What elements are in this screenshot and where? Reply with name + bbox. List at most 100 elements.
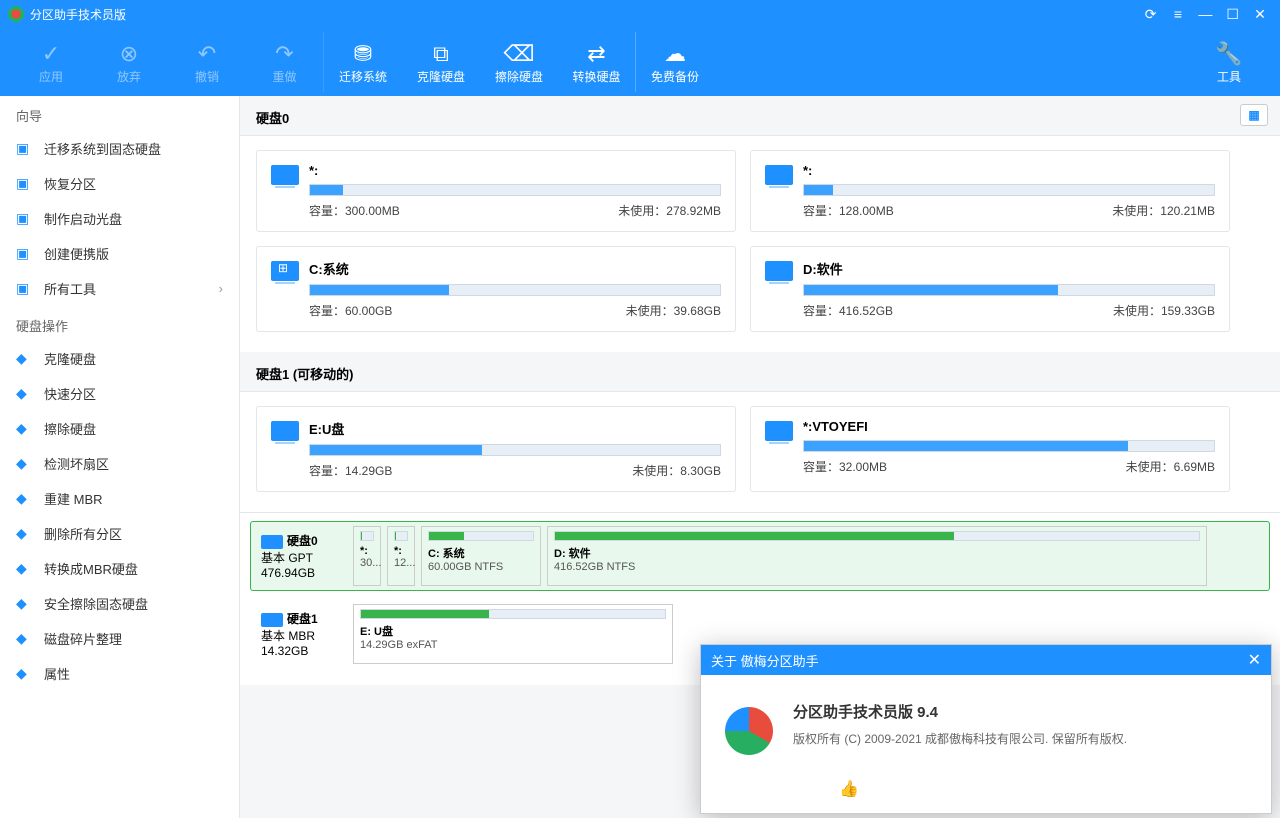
unused-label: 未使用：6.69MB	[1126, 458, 1215, 475]
titlebar: 分区助手技术员版 ⟳ ≡ — ☐ ✕	[0, 0, 1280, 28]
chevron-right-icon: ›	[219, 281, 223, 296]
app-logo-icon	[8, 6, 24, 22]
drive-icon	[765, 421, 793, 441]
sidebar-icon: ◆	[16, 385, 34, 402]
toolbar: ✓应用 ⊗放弃 ↶撤销 ↷重做 ⛃迁移系统 ⧉克隆硬盘 ⌫擦除硬盘 ⇄转换硬盘 …	[0, 28, 1280, 96]
usage-bar	[309, 284, 721, 296]
sidebar-ops-item[interactable]: ◆ 安全擦除固态硬盘	[0, 586, 239, 621]
drive-icon	[271, 421, 299, 441]
partition-grid: *:容量：300.00MB未使用：278.92MB*:容量：128.00MB未使…	[240, 136, 1280, 352]
about-title: 关于 傲梅分区助手	[711, 651, 819, 670]
sidebar-ops-item[interactable]: ◆磁盘碎片整理	[0, 621, 239, 656]
convert-icon: ⇄	[587, 40, 605, 68]
sidebar-wizard-item[interactable]: ▣迁移系统到固态硬盘	[0, 131, 239, 166]
discard-button: ⊗放弃	[90, 32, 168, 92]
sidebar-icon: ▣	[16, 175, 34, 192]
ops-header: 硬盘操作	[0, 306, 239, 341]
diskmap-segment[interactable]: E: U盘14.29GB exFAT	[353, 604, 673, 664]
diskmap-segment[interactable]: D: 软件416.52GB NTFS	[547, 526, 1207, 586]
partition-card[interactable]: *:容量：300.00MB未使用：278.92MB	[256, 150, 736, 232]
convert-button[interactable]: ⇄转换硬盘	[558, 32, 636, 92]
wizard-header: 向导	[0, 96, 239, 131]
sidebar-icon: ◆	[16, 525, 34, 542]
usage-bar	[309, 444, 721, 456]
unused-label: 未使用：39.68GB	[626, 302, 721, 319]
sidebar-label: 快速分区	[44, 384, 96, 403]
wipe-icon: ⌫	[503, 40, 534, 68]
sidebar-ops-item[interactable]: ◆删除所有分区	[0, 516, 239, 551]
clone-button[interactable]: ⧉克隆硬盘	[402, 32, 480, 92]
partition-name: *:VTOYEFI	[803, 419, 1215, 434]
disk-icon	[261, 613, 283, 627]
refresh-icon[interactable]: ⟳	[1139, 6, 1163, 23]
sidebar-wizard-item[interactable]: ▣恢复分区	[0, 166, 239, 201]
sidebar-icon: ▣	[16, 210, 34, 227]
menu-icon[interactable]: ≡	[1166, 6, 1190, 22]
sidebar-icon: ▣	[16, 245, 34, 262]
sidebar-icon: ◆	[16, 455, 34, 472]
tools-button[interactable]: 🔧工具	[1190, 32, 1268, 92]
capacity-label: 容量：128.00MB	[803, 202, 894, 219]
disk-header: 硬盘1 (可移动的)	[240, 352, 1280, 392]
seg-size: 416.52GB NTFS	[554, 561, 1200, 573]
diskmap-segment[interactable]: C: 系统60.00GB NTFS	[421, 526, 541, 586]
sidebar-label: 安全擦除固态硬盘	[44, 594, 148, 613]
sidebar-icon: ◆	[16, 420, 34, 437]
close-icon[interactable]: ✕	[1248, 6, 1272, 23]
seg-size: 60.00GB NTFS	[428, 561, 534, 573]
backup-button[interactable]: ☁免费备份	[636, 32, 714, 92]
redo-button: ↷重做	[246, 32, 324, 92]
sidebar-label: 制作启动光盘	[44, 209, 122, 228]
partition-card[interactable]: *:VTOYEFI容量：32.00MB未使用：6.69MB	[750, 406, 1230, 492]
seg-label: *:	[360, 545, 374, 557]
sidebar: 向导 ▣迁移系统到固态硬盘▣恢复分区▣制作启动光盘▣创建便携版▣所有工具› 硬盘…	[0, 96, 240, 818]
sidebar-ops-item[interactable]: ◆克隆硬盘	[0, 341, 239, 376]
diskmap-info: 硬盘1基本 MBR14.32GB	[255, 604, 347, 664]
maximize-icon[interactable]: ☐	[1221, 6, 1245, 23]
diskmap-row[interactable]: 硬盘0基本 GPT476.94GB*:30...*:12...C: 系统60.0…	[250, 521, 1270, 591]
migrate-icon: ⛃	[354, 40, 372, 68]
about-dialog: 关于 傲梅分区助手 ✕ 分区助手技术员版 9.4 版权所有 (C) 2009-2…	[700, 644, 1272, 814]
diskmap-segment[interactable]: *:12...	[387, 526, 415, 586]
about-close-icon[interactable]: ✕	[1248, 650, 1261, 670]
sidebar-ops-item[interactable]: ◆重建 MBR	[0, 481, 239, 516]
sidebar-icon: ◆	[16, 490, 34, 507]
sidebar-wizard-item[interactable]: ▣创建便携版	[0, 236, 239, 271]
minimize-icon[interactable]: —	[1193, 6, 1217, 22]
app-title: 分区助手技术员版	[30, 6, 1139, 23]
partition-card[interactable]: *:容量：128.00MB未使用：120.21MB	[750, 150, 1230, 232]
sidebar-wizard-item[interactable]: ▣所有工具›	[0, 271, 239, 306]
diskmap-segment[interactable]: *:30...	[353, 526, 381, 586]
sidebar-ops-item[interactable]: ◆属性	[0, 656, 239, 691]
drive-icon	[765, 261, 793, 281]
seg-size: 12...	[394, 557, 408, 569]
sidebar-ops-item[interactable]: ◆ 快速分区	[0, 376, 239, 411]
about-logo-icon	[725, 707, 773, 755]
view-toggle-icon[interactable]: ▦	[1240, 104, 1268, 126]
sidebar-icon: ◆	[16, 350, 34, 367]
usage-bar	[803, 440, 1215, 452]
sidebar-ops-item[interactable]: ◆擦除硬盘	[0, 411, 239, 446]
unused-label: 未使用：8.30GB	[632, 462, 721, 479]
seg-label: *:	[394, 545, 408, 557]
partition-card[interactable]: D:软件容量：416.52GB未使用：159.33GB	[750, 246, 1230, 332]
sidebar-label: 检测坏扇区	[44, 454, 109, 473]
unused-label: 未使用：120.21MB	[1112, 202, 1215, 219]
sidebar-ops-item[interactable]: ◆转换成MBR硬盘	[0, 551, 239, 586]
backup-icon: ☁	[664, 40, 686, 68]
partition-card[interactable]: C:系统容量：60.00GB未使用：39.68GB	[256, 246, 736, 332]
sidebar-icon: ◆	[16, 560, 34, 577]
sidebar-ops-item[interactable]: ◆ 检测坏扇区	[0, 446, 239, 481]
migrate-button[interactable]: ⛃迁移系统	[324, 32, 402, 92]
undo-icon: ↶	[198, 40, 216, 68]
usage-bar	[803, 284, 1215, 296]
partition-grid: E:U盘容量：14.29GB未使用：8.30GB*:VTOYEFI容量：32.0…	[240, 392, 1280, 512]
sidebar-icon: ◆	[16, 595, 34, 612]
sidebar-wizard-item[interactable]: ▣ 制作启动光盘	[0, 201, 239, 236]
sidebar-label: 属性	[44, 664, 70, 683]
check-icon: ✓	[42, 40, 60, 68]
thumbs-up-icon[interactable]: 👍	[839, 779, 859, 799]
unused-label: 未使用：159.33GB	[1113, 302, 1215, 319]
partition-card[interactable]: E:U盘容量：14.29GB未使用：8.30GB	[256, 406, 736, 492]
wipe-button[interactable]: ⌫擦除硬盘	[480, 32, 558, 92]
